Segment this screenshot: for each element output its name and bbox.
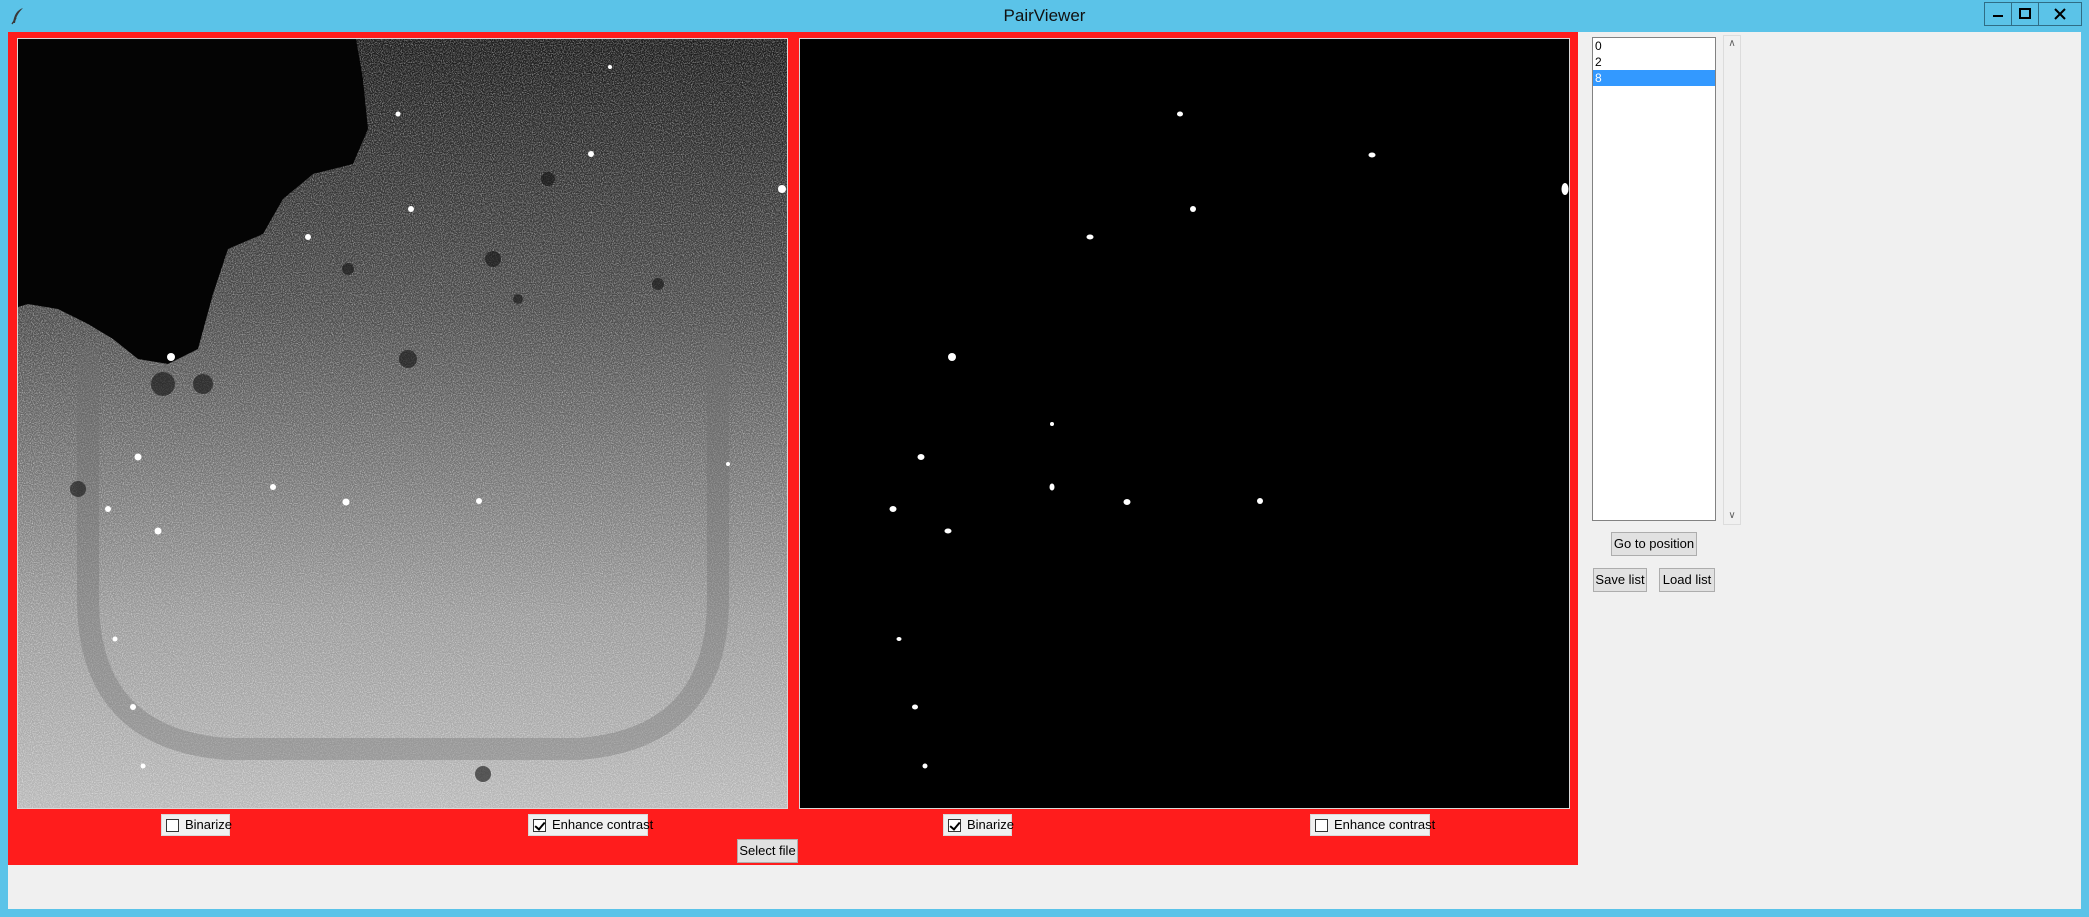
position-listbox[interactable]: 0 2 8 (1592, 37, 1716, 521)
minimize-button[interactable] (1984, 2, 2012, 26)
right-binarize-label: Binarize (967, 817, 1014, 832)
title-bar: PairViewer (0, 0, 2089, 32)
right-enhance-label: Enhance contrast (1334, 817, 1436, 832)
maximize-icon (2019, 8, 2031, 19)
right-binarize-checkbox[interactable]: Binarize (943, 814, 1014, 836)
left-image-canvas[interactable] (17, 38, 788, 809)
listbox-scrollbar[interactable]: ∧ ∨ (1723, 35, 1741, 525)
left-enhance-box[interactable] (533, 818, 546, 832)
left-image (18, 39, 787, 808)
left-binarize-label: Binarize (185, 817, 232, 832)
list-item[interactable]: 0 (1593, 38, 1715, 54)
window-title: PairViewer (1003, 6, 1086, 25)
left-enhance-checkbox[interactable]: Enhance contrast (528, 814, 653, 836)
image-pair-panel: Binarize Enhance contrast Binarize Enhan… (8, 32, 1578, 865)
right-image (800, 39, 1569, 808)
left-binarize-checkbox[interactable]: Binarize (161, 814, 232, 836)
minimize-icon (1993, 15, 2003, 17)
right-image-canvas[interactable] (799, 38, 1570, 809)
select-file-button[interactable]: Select file (737, 839, 798, 863)
maximize-button[interactable] (2011, 2, 2039, 26)
list-item-selected[interactable]: 8 (1593, 70, 1715, 86)
left-binarize-box[interactable] (166, 818, 179, 832)
right-binarize-box[interactable] (948, 818, 961, 832)
close-button[interactable] (2038, 2, 2082, 26)
right-enhance-checkbox[interactable]: Enhance contrast (1310, 814, 1435, 836)
load-list-button[interactable]: Load list (1659, 568, 1715, 592)
close-icon (2054, 8, 2066, 20)
left-enhance-label: Enhance contrast (552, 817, 654, 832)
right-enhance-box[interactable] (1315, 818, 1328, 832)
list-item[interactable]: 2 (1593, 54, 1715, 70)
save-list-button[interactable]: Save list (1593, 568, 1647, 592)
scroll-down-icon[interactable]: ∨ (1726, 510, 1738, 522)
scroll-up-icon[interactable]: ∧ (1726, 38, 1738, 50)
go-to-position-button[interactable]: Go to position (1611, 532, 1697, 556)
client-area: Binarize Enhance contrast Binarize Enhan… (8, 32, 2081, 909)
